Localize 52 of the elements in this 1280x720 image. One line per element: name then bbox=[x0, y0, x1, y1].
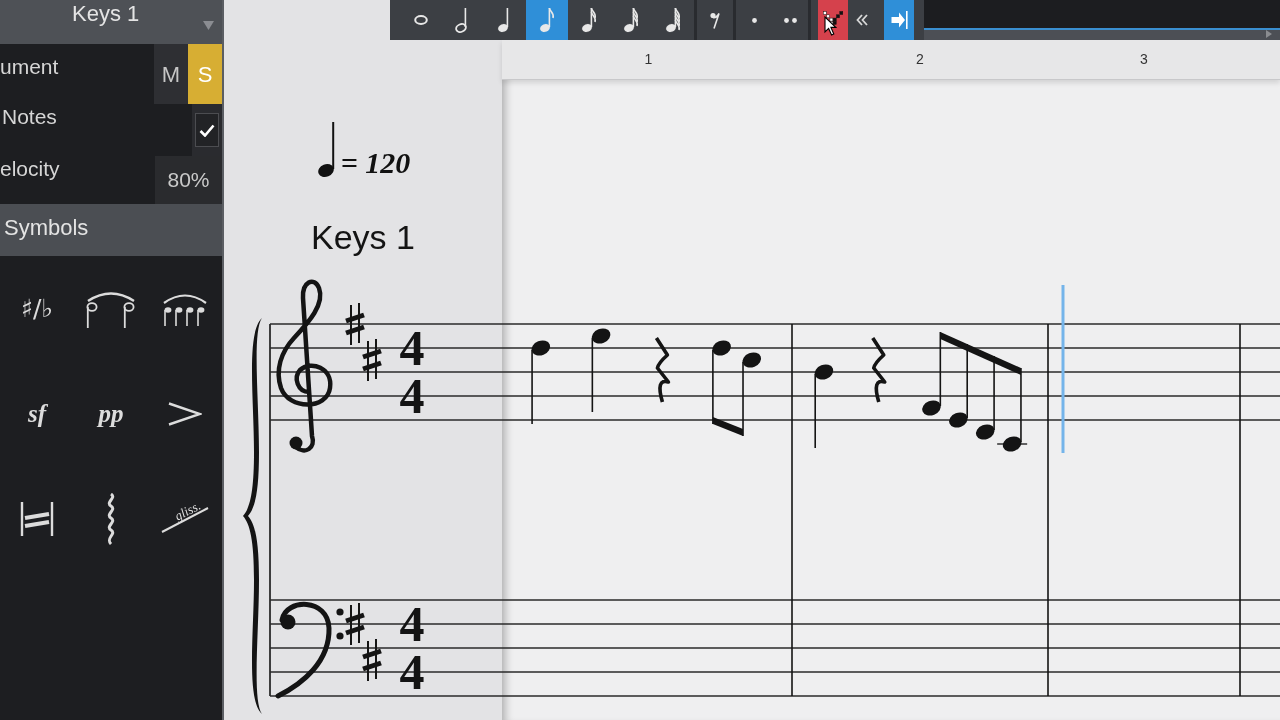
treble-clef-icon bbox=[276, 279, 333, 453]
bar-number: 1 bbox=[644, 50, 653, 69]
bar-number: 3 bbox=[1140, 50, 1148, 69]
tremolo-button[interactable] bbox=[20, 500, 54, 537]
step-input-button[interactable] bbox=[884, 0, 914, 40]
scroll-right-icon bbox=[1266, 30, 1272, 38]
accidentals-button[interactable]: ♯/♭ bbox=[20, 296, 54, 321]
tempo-note-icon bbox=[317, 121, 337, 179]
sixty-fourth-note-icon bbox=[665, 7, 681, 33]
sharp-icon bbox=[362, 338, 382, 382]
row-label: ument bbox=[0, 55, 59, 79]
accent-icon bbox=[168, 401, 202, 426]
glissando-button[interactable]: gliss. bbox=[161, 504, 209, 533]
staff-brace-icon bbox=[243, 318, 262, 714]
mouse-pointer-icon bbox=[824, 16, 837, 36]
beamed-eighth-notes-icon bbox=[922, 331, 1028, 452]
double-dot-icon bbox=[783, 17, 797, 23]
double-chevron-left-icon bbox=[856, 14, 868, 26]
row-label: elocity bbox=[0, 157, 60, 181]
accent-button[interactable] bbox=[168, 401, 202, 426]
checkmark-icon bbox=[199, 123, 215, 137]
dot-icon bbox=[751, 17, 757, 23]
beamed-eighth-notes-icon bbox=[712, 340, 762, 437]
value-field[interactable]: 80% bbox=[155, 156, 222, 204]
quarter-rest-icon bbox=[654, 337, 671, 403]
quarter-note-icon bbox=[814, 364, 834, 449]
tempo-marking: = 120 bbox=[340, 147, 411, 179]
quarter-note-icon bbox=[531, 340, 551, 425]
arrow-into-bar-icon bbox=[890, 10, 908, 30]
quarter-rest-icon bbox=[871, 337, 887, 403]
sharp-icon bbox=[345, 602, 365, 646]
eighth-rest-icon bbox=[710, 11, 720, 29]
dynamic-button[interactable]: sf bbox=[27, 401, 47, 426]
checkbox[interactable] bbox=[195, 113, 219, 147]
staff-title: Keys 1 bbox=[311, 217, 415, 257]
thirty-second-note-icon bbox=[623, 7, 639, 33]
mute-button[interactable]: M bbox=[154, 44, 188, 104]
sixteenth-note-icon bbox=[581, 7, 597, 33]
sharp-icon bbox=[362, 638, 382, 682]
sharp-icon bbox=[345, 302, 365, 346]
bass-clef-icon bbox=[275, 602, 344, 699]
track-dropdown[interactable]: Keys 1 bbox=[0, 0, 222, 44]
bar-number: 2 bbox=[916, 50, 924, 69]
whole-note-icon bbox=[414, 15, 428, 25]
row-label: Notes bbox=[1, 105, 57, 129]
quarter-note-icon bbox=[591, 328, 611, 413]
dropdown-arrow-icon bbox=[203, 21, 214, 30]
section-header: Symbols bbox=[0, 204, 222, 256]
tremolo-icon bbox=[20, 500, 54, 537]
dynamic-button[interactable]: pp bbox=[98, 401, 124, 426]
diagonal-line-icon bbox=[161, 504, 209, 533]
eighth-note-icon bbox=[539, 7, 555, 33]
